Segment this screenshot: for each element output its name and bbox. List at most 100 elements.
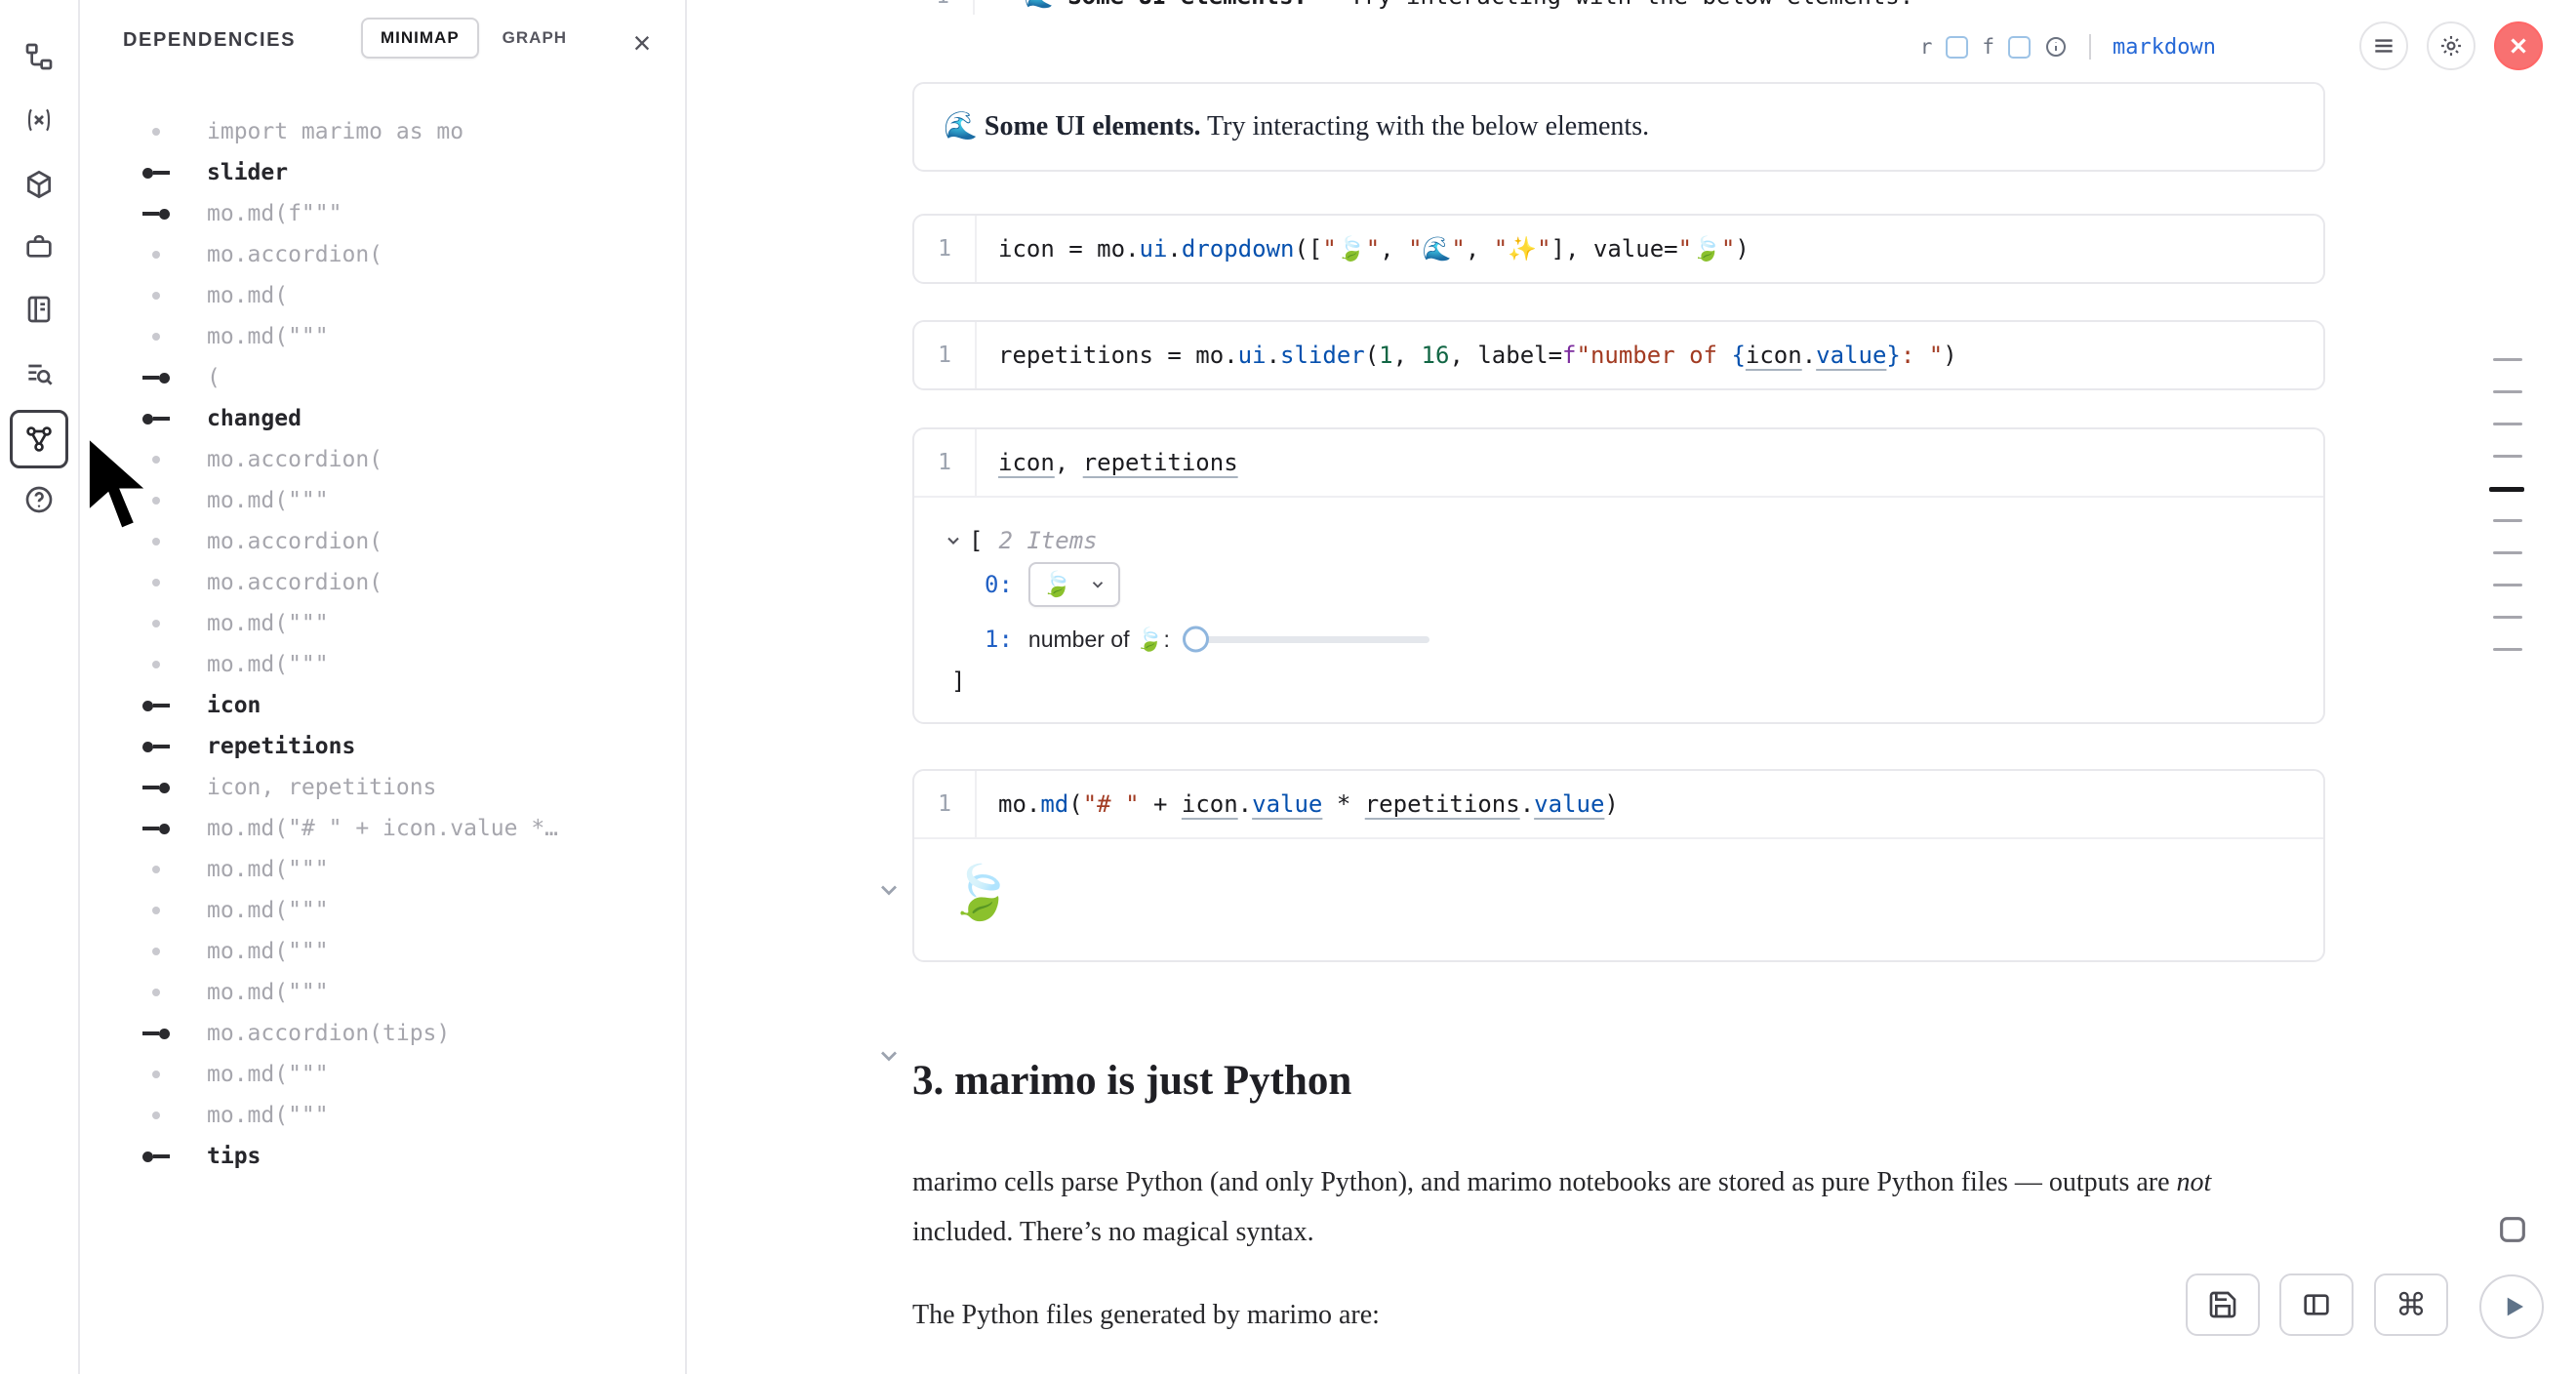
minimap-item[interactable]: mo.accordion( bbox=[78, 562, 683, 603]
save-button[interactable] bbox=[2186, 1273, 2260, 1336]
cell-map-line[interactable] bbox=[2493, 584, 2522, 586]
panel-toggle-button[interactable] bbox=[2490, 1208, 2535, 1251]
panel-close-button[interactable]: × bbox=[621, 21, 664, 64]
cell-dot-icon bbox=[135, 620, 178, 627]
line-number: 1 bbox=[912, 0, 975, 15]
minimap-item[interactable]: mo.md( bbox=[78, 275, 683, 316]
cell-collapse-chevron[interactable] bbox=[875, 876, 905, 906]
tree-collapse-icon[interactable] bbox=[944, 531, 963, 550]
minimap-item-label: ( bbox=[207, 365, 221, 390]
r-toggle-label: r bbox=[1920, 35, 1933, 59]
slider-track[interactable] bbox=[1186, 636, 1429, 643]
minimap-item[interactable]: mo.accordion( bbox=[78, 234, 683, 275]
cell-map-line[interactable] bbox=[2493, 423, 2522, 425]
language-label[interactable]: markdown bbox=[2113, 35, 2216, 60]
minimap-item[interactable]: repetitions bbox=[78, 726, 683, 767]
minimap-item[interactable]: mo.md(""" bbox=[78, 480, 683, 521]
cell-dot-icon bbox=[135, 497, 178, 505]
minimap-item-label: mo.md(""" bbox=[207, 1103, 329, 1128]
minimap-item[interactable]: mo.md("# " + icon.value *… bbox=[78, 808, 683, 849]
cell-map-line[interactable] bbox=[2493, 455, 2522, 458]
cell-map-line[interactable] bbox=[2493, 616, 2522, 619]
sidebar-item-datasources[interactable] bbox=[20, 227, 59, 266]
minimap-item[interactable]: mo.md(""" bbox=[78, 849, 683, 890]
line-number: 1 bbox=[914, 429, 977, 496]
cell-dot-icon bbox=[135, 579, 178, 586]
sidebar-item-help[interactable] bbox=[20, 480, 59, 519]
toolbox-icon bbox=[23, 231, 55, 263]
code-editor[interactable]: icon, repetitions bbox=[977, 429, 1238, 496]
minimap-item[interactable]: mo.accordion( bbox=[78, 521, 683, 562]
tree-close-bracket: ] bbox=[951, 667, 965, 695]
minimap-item-label: icon bbox=[207, 693, 261, 718]
minimap-item-label: icon, repetitions bbox=[207, 775, 436, 800]
code-editor[interactable]: repetitions = mo.ui.slider(1, 16, label=… bbox=[977, 322, 1957, 388]
tab-graph[interactable]: GRAPH bbox=[483, 18, 586, 59]
cell-map-line[interactable] bbox=[2493, 551, 2522, 554]
minimap-item-label: mo.md(""" bbox=[207, 980, 329, 1005]
cell-map-line[interactable] bbox=[2489, 487, 2524, 492]
minimap-item[interactable]: mo.md(""" bbox=[78, 1095, 683, 1136]
definition-icon bbox=[135, 414, 178, 424]
minimap-item[interactable]: import marimo as mo bbox=[78, 111, 683, 152]
r-checkbox[interactable] bbox=[1946, 36, 1968, 59]
run-button[interactable] bbox=[2479, 1274, 2544, 1339]
markdown-output-cell: 🌊 Some UI elements. Try interacting with… bbox=[912, 82, 2325, 172]
close-icon: × bbox=[633, 27, 652, 59]
cell-dot-icon bbox=[135, 661, 178, 668]
minimap-item[interactable]: mo.md(""" bbox=[78, 316, 683, 357]
slider-widget[interactable] bbox=[1186, 625, 1429, 654]
info-icon[interactable] bbox=[2044, 35, 2068, 59]
section-collapse-chevron[interactable] bbox=[875, 1042, 905, 1071]
sidebar-item-documentation[interactable] bbox=[20, 290, 59, 329]
minimap-item[interactable]: tips bbox=[78, 1136, 683, 1177]
cell-map-line[interactable] bbox=[2493, 519, 2522, 522]
code-editor[interactable]: mo.md("# " + icon.value * repetitions.va… bbox=[977, 771, 1619, 837]
minimap-item-label: repetitions bbox=[207, 734, 355, 759]
sidebar-item-dependencies[interactable] bbox=[10, 410, 68, 468]
minimap-item[interactable]: ( bbox=[78, 357, 683, 398]
sidebar-item-files[interactable] bbox=[20, 37, 59, 76]
shutdown-button[interactable] bbox=[2494, 21, 2543, 70]
layout-panel-icon bbox=[2301, 1289, 2332, 1320]
sidebar-item-logs[interactable] bbox=[20, 354, 59, 393]
dropdown-widget[interactable]: 🍃 bbox=[1028, 562, 1120, 607]
code-editor[interactable]: **🌊 Some UI elements.** Try interacting … bbox=[975, 0, 1913, 15]
keyboard-shortcuts-button[interactable]: ⌘ bbox=[2374, 1273, 2448, 1336]
minimap-item-label: mo.md(""" bbox=[207, 857, 329, 882]
definition-icon bbox=[135, 1152, 178, 1162]
minimap-item-label: mo.md(""" bbox=[207, 939, 329, 964]
line-number: 1 bbox=[914, 771, 977, 837]
slider-handle[interactable] bbox=[1183, 626, 1209, 653]
minimap-item[interactable]: mo.accordion(tips) bbox=[78, 1013, 683, 1054]
f-checkbox[interactable] bbox=[2008, 36, 2031, 59]
minimap-item[interactable]: changed bbox=[78, 398, 683, 439]
minimap-item[interactable]: mo.md(""" bbox=[78, 644, 683, 685]
minimap-item[interactable]: icon, repetitions bbox=[78, 767, 683, 808]
code-editor[interactable]: icon = mo.ui.dropdown(["🍃", "🌊", "✨"], v… bbox=[977, 216, 1750, 282]
minimap-item[interactable]: mo.md(""" bbox=[78, 890, 683, 931]
minimap-item-label: mo.md(""" bbox=[207, 898, 329, 923]
sidebar-item-snippets[interactable] bbox=[20, 101, 59, 140]
layout-button[interactable] bbox=[2279, 1273, 2354, 1336]
minimap-item[interactable]: mo.md(""" bbox=[78, 931, 683, 972]
minimap-item[interactable]: icon bbox=[78, 685, 683, 726]
cell-dot-icon bbox=[135, 1111, 178, 1119]
minimap-item[interactable]: mo.md(""" bbox=[78, 972, 683, 1013]
cell-map-line[interactable] bbox=[2493, 390, 2522, 393]
cell-map-line[interactable] bbox=[2493, 648, 2522, 651]
minimap-item[interactable]: mo.md(""" bbox=[78, 1054, 683, 1095]
minimap-item[interactable]: mo.accordion( bbox=[78, 439, 683, 480]
dependencies-panel: DEPENDENCIES MINIMAP GRAPH × import mari… bbox=[78, 0, 687, 1374]
minimap-item[interactable]: slider bbox=[78, 152, 683, 193]
reference-icon bbox=[135, 824, 178, 834]
cell-map-line[interactable] bbox=[2493, 358, 2522, 361]
variables-icon bbox=[23, 104, 55, 136]
minimap-item[interactable]: mo.md(""" bbox=[78, 603, 683, 644]
menu-button[interactable] bbox=[2359, 21, 2408, 70]
sidebar-item-packages[interactable] bbox=[20, 165, 59, 204]
cell-toolbar: r f markdown bbox=[1920, 27, 2216, 66]
tab-minimap[interactable]: MINIMAP bbox=[361, 18, 479, 59]
settings-button[interactable] bbox=[2427, 21, 2475, 70]
minimap-item[interactable]: mo.md(f""" bbox=[78, 193, 683, 234]
